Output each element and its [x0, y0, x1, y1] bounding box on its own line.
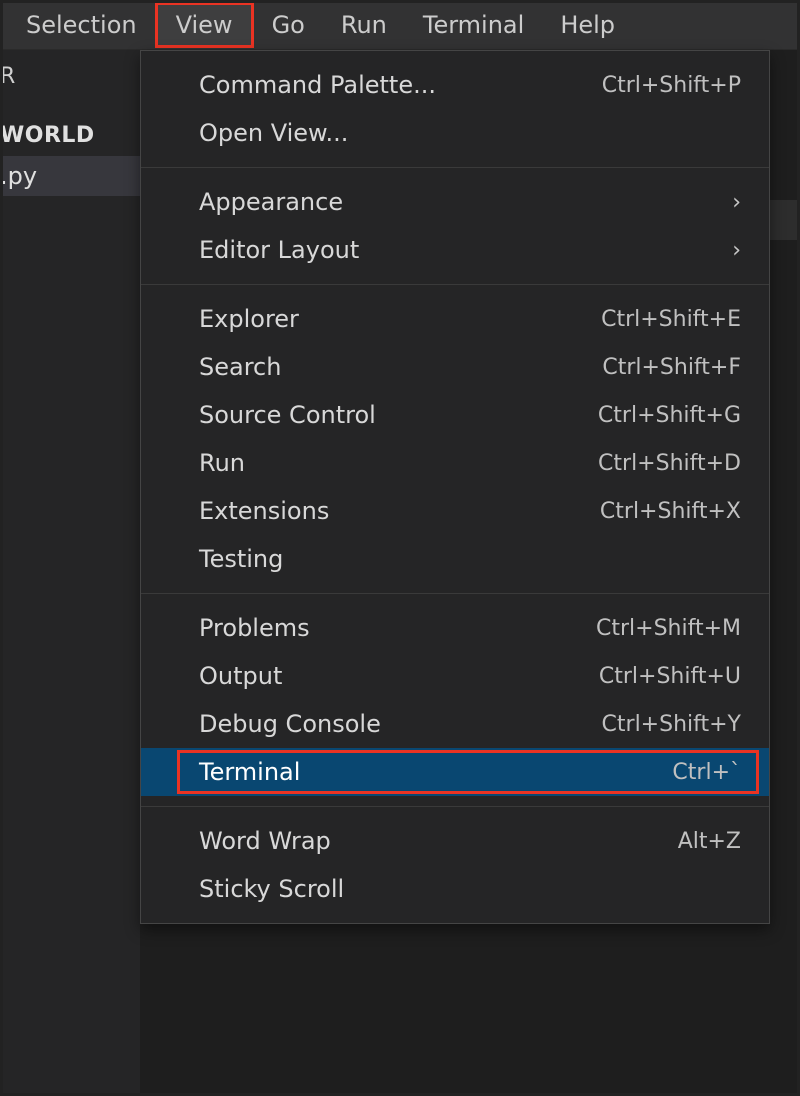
- view-dropdown: Command Palette... Ctrl+Shift+P Open View.…: [140, 50, 770, 924]
- menu-item-label: Debug Console: [199, 710, 582, 738]
- menu-item-shortcut: Ctrl+Shift+E: [601, 307, 741, 332]
- menu-item-label: Search: [199, 353, 582, 381]
- menu-item-shortcut: Ctrl+Shift+Y: [602, 712, 741, 737]
- menu-item-label: Run: [199, 449, 578, 477]
- menu-item-shortcut: Ctrl+Shift+M: [596, 616, 741, 641]
- menu-item-label: Source Control: [199, 401, 578, 429]
- menu-view[interactable]: View: [155, 2, 254, 48]
- menu-item-label: Sticky Scroll: [199, 875, 741, 903]
- editor-tab-hint: [770, 200, 800, 240]
- menu-item-open-view[interactable]: Open View...: [141, 109, 769, 157]
- menu-item-extensions[interactable]: Extensions Ctrl+Shift+X: [141, 487, 769, 535]
- sidebar-section-title: WORLD: [0, 89, 140, 156]
- menu-item-command-palette[interactable]: Command Palette... Ctrl+Shift+P: [141, 61, 769, 109]
- menu-item-explorer[interactable]: Explorer Ctrl+Shift+E: [141, 295, 769, 343]
- menubar: Selection View Go Run Terminal Help: [0, 0, 800, 50]
- menu-item-source-control[interactable]: Source Control Ctrl+Shift+G: [141, 391, 769, 439]
- menu-item-label: Output: [199, 662, 579, 690]
- menu-item-label: Appearance: [199, 188, 712, 216]
- menu-item-label: Editor Layout: [199, 236, 712, 264]
- menu-item-debug-console[interactable]: Debug Console Ctrl+Shift+Y: [141, 700, 769, 748]
- menu-item-label: Problems: [199, 614, 576, 642]
- chevron-right-icon: ›: [732, 190, 741, 215]
- menu-item-label: Extensions: [199, 497, 580, 525]
- menu-item-shortcut: Alt+Z: [678, 829, 741, 854]
- menu-item-shortcut: Ctrl+`: [672, 760, 741, 785]
- editor-right-sliver: [770, 50, 800, 1096]
- chevron-right-icon: ›: [732, 238, 741, 263]
- menu-item-run[interactable]: Run Ctrl+Shift+D: [141, 439, 769, 487]
- menu-item-sticky-scroll[interactable]: Sticky Scroll: [141, 865, 769, 913]
- menu-item-search[interactable]: Search Ctrl+Shift+F: [141, 343, 769, 391]
- menu-item-terminal[interactable]: Terminal Ctrl+`: [141, 748, 769, 796]
- menu-item-label: Open View...: [199, 119, 741, 147]
- menu-item-shortcut: Ctrl+Shift+D: [598, 451, 741, 476]
- menu-item-word-wrap[interactable]: Word Wrap Alt+Z: [141, 817, 769, 865]
- menu-item-shortcut: Ctrl+Shift+X: [600, 499, 741, 524]
- menu-selection[interactable]: Selection: [8, 5, 155, 45]
- menu-item-label: Testing: [199, 545, 741, 573]
- menu-help[interactable]: Help: [542, 5, 633, 45]
- sidebar-file-item[interactable]: .py: [0, 156, 140, 196]
- sidebar-text-r: R: [0, 50, 140, 89]
- menu-item-problems[interactable]: Problems Ctrl+Shift+M: [141, 604, 769, 652]
- menu-item-shortcut: Ctrl+Shift+P: [602, 73, 741, 98]
- menu-item-testing[interactable]: Testing: [141, 535, 769, 583]
- menu-item-output[interactable]: Output Ctrl+Shift+U: [141, 652, 769, 700]
- menu-item-shortcut: Ctrl+Shift+G: [598, 403, 741, 428]
- menu-item-appearance[interactable]: Appearance ›: [141, 178, 769, 226]
- menu-run[interactable]: Run: [323, 5, 405, 45]
- sidebar: R WORLD .py: [0, 50, 140, 1096]
- menu-item-label: Word Wrap: [199, 827, 658, 855]
- menu-terminal[interactable]: Terminal: [405, 5, 542, 45]
- menu-item-label: Command Palette...: [199, 71, 582, 99]
- menu-item-shortcut: Ctrl+Shift+F: [602, 355, 741, 380]
- menu-item-label: Explorer: [199, 305, 581, 333]
- menu-item-shortcut: Ctrl+Shift+U: [599, 664, 741, 689]
- menu-go[interactable]: Go: [254, 5, 323, 45]
- menu-item-editor-layout[interactable]: Editor Layout ›: [141, 226, 769, 274]
- menu-item-label: Terminal: [199, 758, 652, 786]
